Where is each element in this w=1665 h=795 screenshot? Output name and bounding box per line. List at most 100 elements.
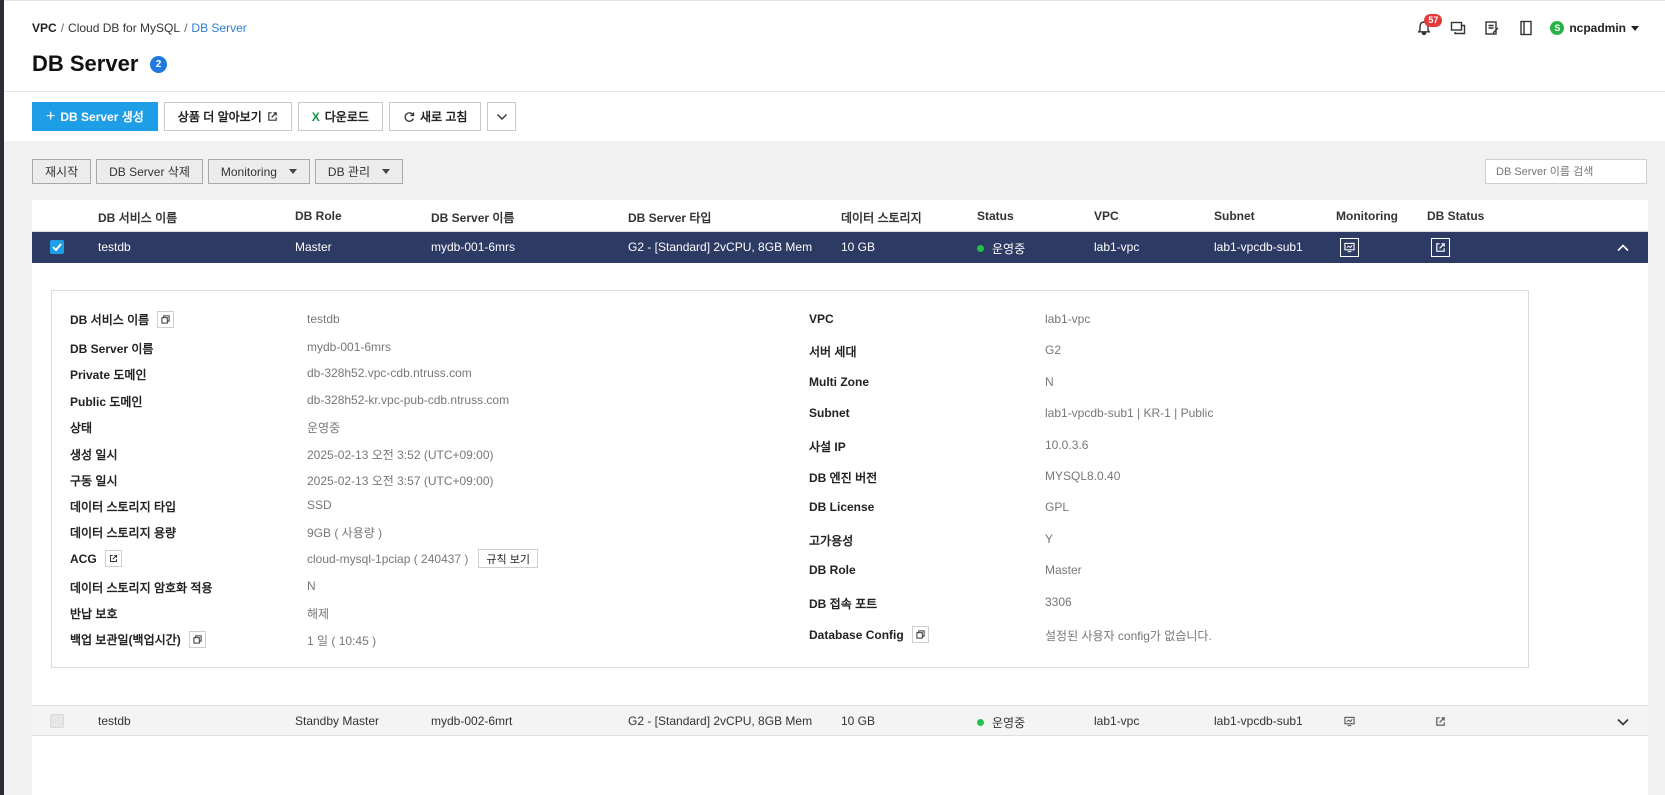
column-header-db-role[interactable]: DB Role <box>295 209 342 223</box>
cell-db-role: Standby Master <box>295 714 380 728</box>
row-checkbox[interactable] <box>50 714 64 728</box>
column-header-server-type[interactable]: DB Server 타입 <box>628 209 711 226</box>
action-bar: 재시작 DB Server 삭제 Monitoring DB 관리 <box>32 159 404 184</box>
chevron-up-icon[interactable] <box>1616 241 1630 255</box>
detail-value-public-domain: db-328h52-kr.vpc-pub-cdb.ntruss.com <box>307 393 510 407</box>
column-header-subnet[interactable]: Subnet <box>1214 209 1255 223</box>
more-options-button[interactable] <box>487 102 517 131</box>
cell-server-name: mydb-002-6mrt <box>431 714 513 728</box>
monitoring-icon[interactable] <box>1340 712 1359 731</box>
detail-label-text: ACG <box>70 551 97 566</box>
check-icon <box>52 243 62 252</box>
detail-label-server-generation: 서버 세대 <box>809 345 857 359</box>
column-header-db-status[interactable]: DB Status <box>1427 209 1484 223</box>
db-manage-dropdown[interactable]: DB 관리 <box>314 159 404 184</box>
cell-server-type: G2 - [Standard] 2vCPU, 8GB Mem <box>628 714 813 728</box>
cell-service-name: testdb <box>98 714 131 728</box>
copy-icon[interactable] <box>188 631 206 648</box>
cell-storage: 10 GB <box>841 240 876 254</box>
row-checkbox[interactable] <box>50 240 64 254</box>
copy-icon[interactable] <box>911 626 929 643</box>
column-header-storage[interactable]: 데이터 스토리지 <box>841 209 922 226</box>
detail-label-storage-size: 데이터 스토리지 용량 <box>70 526 177 540</box>
breadcrumb-cloud-db[interactable]: Cloud DB for MySQL <box>68 21 180 35</box>
refresh-button[interactable]: 새로 고침 <box>388 102 482 131</box>
cell-server-name: mydb-001-6mrs <box>431 240 516 254</box>
column-header-server-name[interactable]: DB Server 이름 <box>431 209 514 226</box>
detail-label-db-role: DB Role <box>809 563 856 577</box>
cell-storage: 10 GB <box>841 714 876 728</box>
detail-label-private-domain: Private 도메인 <box>70 368 147 382</box>
breadcrumb: VPC / Cloud DB for MySQL / DB Server <box>32 21 247 35</box>
view-rules-button[interactable]: 규칙 보기 <box>478 549 538 568</box>
cell-vpc: lab1-vpc <box>1094 240 1140 254</box>
chat-icon[interactable] <box>1448 18 1468 38</box>
table-row[interactable]: testdb Standby Master mydb-002-6mrt G2 -… <box>32 705 1648 736</box>
detail-value-return-protection: 해제 <box>307 607 330 621</box>
top-icons: 57 S ncpadmin <box>1414 14 1639 39</box>
refresh-icon <box>404 111 415 122</box>
detail-label-database-config: Database Config <box>809 626 929 643</box>
app: VPC / Cloud DB for MySQL / DB Server DB … <box>4 0 1665 795</box>
bell-icon[interactable]: 57 <box>1414 14 1443 38</box>
detail-label-created-at: 생성 일시 <box>70 448 118 462</box>
status-text: 운영중 <box>992 716 1026 730</box>
refresh-label: 새로 고침 <box>419 110 468 124</box>
download-button[interactable]: X 다운로드 <box>297 102 383 131</box>
column-header-service-name[interactable]: DB 서비스 이름 <box>98 209 177 226</box>
download-label: 다운로드 <box>324 110 369 124</box>
breadcrumb-separator: / <box>60 21 65 35</box>
manual-icon[interactable] <box>1516 18 1536 38</box>
caret-down-icon <box>382 169 391 174</box>
monitoring-dropdown[interactable]: Monitoring <box>207 159 310 184</box>
monitoring-icon[interactable] <box>1340 238 1359 257</box>
excel-icon: X <box>311 109 320 124</box>
column-header-status[interactable]: Status <box>977 209 1014 223</box>
create-db-server-button[interactable]: + DB Server 생성 <box>32 102 158 131</box>
detail-label-high-availability: 고가용성 <box>809 534 854 548</box>
caret-down-icon <box>288 169 297 174</box>
learn-more-label: 상품 더 알아보기 <box>177 110 262 124</box>
chevron-down-icon <box>1631 25 1639 31</box>
status-running-dot <box>977 719 984 726</box>
db-status-external-link-icon[interactable] <box>1431 238 1450 257</box>
breadcrumb-vpc[interactable]: VPC <box>32 21 57 35</box>
acg-value-text: cloud-mysql-1pciap ( 240437 ) <box>307 551 469 566</box>
chevron-down-icon <box>496 113 507 120</box>
cell-status: 운영중 <box>977 714 1025 731</box>
cell-service-name: testdb <box>98 240 131 254</box>
copy-icon[interactable] <box>157 311 175 328</box>
breadcrumb-separator: / <box>184 21 188 35</box>
detail-label-subnet: Subnet <box>809 406 850 420</box>
detail-label-text: Database Config <box>809 627 904 642</box>
detail-label-state: 상태 <box>70 421 93 435</box>
db-status-external-link-icon[interactable] <box>1431 712 1450 731</box>
restart-button[interactable]: 재시작 <box>32 159 92 184</box>
external-link-icon[interactable] <box>104 550 122 567</box>
delete-db-server-button[interactable]: DB Server 삭제 <box>96 159 203 184</box>
server-count-badge: 2 <box>150 56 167 73</box>
detail-value-backup-retention: 1 일 ( 10:45 ) <box>307 634 377 648</box>
cell-server-type: G2 - [Standard] 2vCPU, 8GB Mem <box>628 240 813 254</box>
user-menu[interactable]: S ncpadmin <box>1550 21 1639 35</box>
detail-label-acg: ACG <box>70 550 122 567</box>
user-name: ncpadmin <box>1569 21 1626 35</box>
learn-more-button[interactable]: 상품 더 알아보기 <box>163 102 292 131</box>
column-header-vpc[interactable]: VPC <box>1094 209 1119 223</box>
chevron-down-icon[interactable] <box>1616 715 1630 729</box>
user-avatar: S <box>1550 21 1565 35</box>
search-input[interactable] <box>1496 165 1638 178</box>
detail-value-state: 운영중 <box>307 421 341 435</box>
detail-label-text: DB 서비스 이름 <box>70 313 150 327</box>
detail-value-created-at: 2025-02-13 오전 3:52 (UTC+09:00) <box>307 448 494 462</box>
detail-value-storage-type: SSD <box>307 498 332 512</box>
detail-value-storage-size: 9GB ( 사용량 ) <box>307 526 383 540</box>
notes-icon[interactable] <box>1482 18 1502 38</box>
cell-subnet: lab1-vpcdb-sub1 <box>1214 714 1303 728</box>
detail-value-server-generation: G2 <box>1045 343 1062 357</box>
detail-label-server-name: DB Server 이름 <box>70 342 154 356</box>
detail-value-started-at: 2025-02-13 오전 3:57 (UTC+09:00) <box>307 474 494 488</box>
column-header-monitoring[interactable]: Monitoring <box>1336 209 1398 223</box>
detail-label-multi-zone: Multi Zone <box>809 375 869 389</box>
table-row[interactable]: testdb Master mydb-001-6mrs G2 - [Standa… <box>32 232 1648 263</box>
